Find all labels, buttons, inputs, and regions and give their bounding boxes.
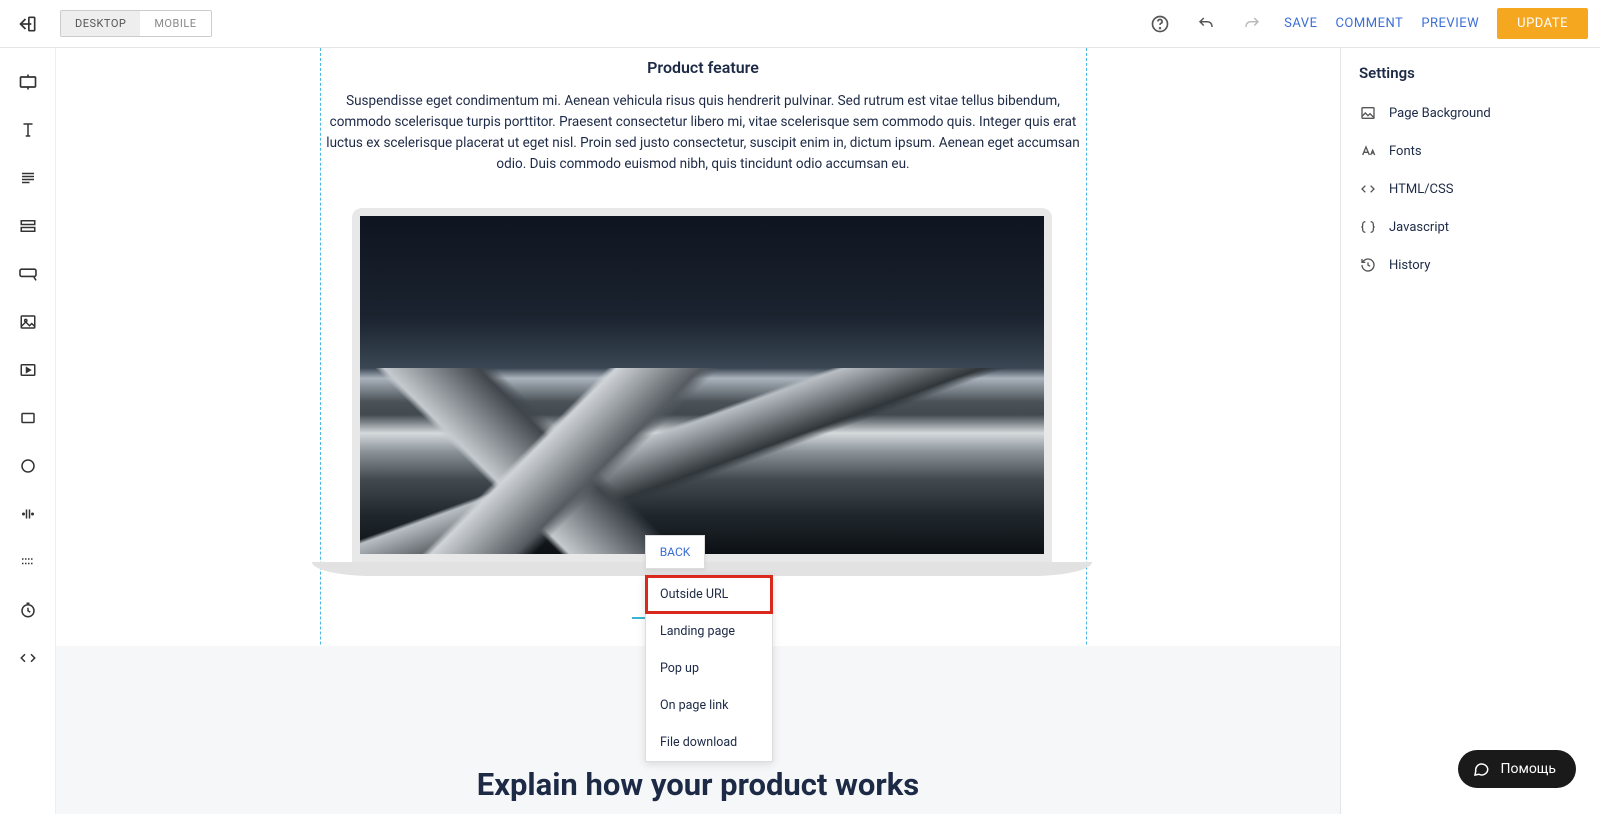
history-icon (1359, 256, 1377, 274)
device-toggle: DESKTOP MOBILE (60, 10, 212, 37)
mountain-image (360, 216, 1044, 554)
link-popup-menu: Outside URL Landing page Pop up On page … (645, 575, 773, 762)
video-icon (19, 361, 37, 379)
settings-item-label: History (1389, 258, 1430, 273)
help-widget[interactable]: Помощь (1458, 750, 1576, 788)
popup-item-file-download[interactable]: File download (646, 724, 772, 761)
help-widget-label: Помощь (1500, 761, 1556, 777)
settings-item-label: Javascript (1389, 220, 1449, 235)
header-bar: DESKTOP MOBILE SAVE COMMENT PREVIEW UPDA… (0, 0, 1600, 48)
undo-icon (1197, 15, 1215, 33)
divider-icon (19, 553, 37, 571)
settings-history[interactable]: History (1341, 246, 1600, 284)
timer-icon (19, 601, 37, 619)
settings-item-label: Fonts (1389, 144, 1422, 159)
text-icon (19, 121, 37, 139)
laptop-mockup[interactable] (352, 208, 1052, 576)
update-button[interactable]: UPDATE (1497, 8, 1588, 39)
section-2-title[interactable]: Explain how your product works (56, 766, 1340, 803)
undo-button[interactable] (1192, 10, 1220, 38)
device-desktop[interactable]: DESKTOP (61, 11, 140, 36)
rail-paragraph[interactable] (18, 168, 38, 188)
code-icon (19, 649, 37, 667)
settings-panel: Settings Page Background Fonts HTML/CSS … (1340, 48, 1600, 814)
save-link[interactable]: SAVE (1284, 16, 1317, 31)
header-right: SAVE COMMENT PREVIEW UPDATE (1146, 8, 1588, 39)
rail-image[interactable] (18, 312, 38, 332)
settings-page-background[interactable]: Page Background (1341, 94, 1600, 132)
fonts-icon (1359, 142, 1377, 160)
settings-item-label: HTML/CSS (1389, 182, 1453, 197)
rail-video[interactable] (18, 360, 38, 380)
rail-divider[interactable] (18, 552, 38, 572)
comment-link[interactable]: COMMENT (1335, 16, 1403, 31)
popup-item-on-page-link[interactable]: On page link (646, 687, 772, 724)
feature-text[interactable]: Suspendisse eget condimentum mi. Aenean … (320, 91, 1086, 175)
settings-title: Settings (1341, 48, 1600, 94)
rail-text[interactable] (18, 120, 38, 140)
rail-form[interactable] (18, 216, 38, 236)
javascript-icon (1359, 218, 1377, 236)
htmlcss-icon (1359, 180, 1377, 198)
chat-icon (1472, 760, 1490, 778)
settings-item-label: Page Background (1389, 106, 1491, 121)
image-icon (19, 313, 37, 331)
rail-button[interactable] (18, 264, 38, 284)
circle-icon (19, 457, 37, 475)
rail-slider[interactable] (18, 504, 38, 524)
preview-link[interactable]: PREVIEW (1421, 16, 1479, 31)
help-button[interactable] (1146, 10, 1174, 38)
element-rail (0, 48, 56, 814)
settings-fonts[interactable]: Fonts (1341, 132, 1600, 170)
paragraph-icon (19, 169, 37, 187)
rail-section[interactable] (18, 72, 38, 92)
settings-javascript[interactable]: Javascript (1341, 208, 1600, 246)
header-left: DESKTOP MOBILE (12, 8, 212, 40)
popup-item-outside-url[interactable]: Outside URL (646, 576, 772, 613)
feature-title[interactable]: Product feature (320, 58, 1086, 77)
rail-code[interactable] (18, 648, 38, 668)
exit-icon (18, 14, 38, 34)
popup-back[interactable]: BACK (645, 535, 705, 569)
section-icon (18, 72, 38, 92)
help-circle-icon (1150, 14, 1170, 34)
button-icon (18, 266, 38, 282)
laptop-screen (352, 208, 1052, 562)
redo-icon (1243, 15, 1261, 33)
form-icon (19, 217, 37, 235)
feature-block: Product feature Suspendisse eget condime… (320, 48, 1086, 175)
popup-item-popup[interactable]: Pop up (646, 650, 772, 687)
settings-htmlcss[interactable]: HTML/CSS (1341, 170, 1600, 208)
rail-timer[interactable] (18, 600, 38, 620)
background-icon (1359, 104, 1377, 122)
rail-box[interactable] (18, 408, 38, 428)
exit-editor-button[interactable] (12, 8, 44, 40)
canvas[interactable]: Product feature Suspendisse eget condime… (56, 48, 1340, 814)
redo-button[interactable] (1238, 10, 1266, 38)
slider-icon (19, 505, 37, 523)
device-mobile[interactable]: MOBILE (140, 11, 210, 36)
popup-item-landing-page[interactable]: Landing page (646, 613, 772, 650)
rail-shape[interactable] (18, 456, 38, 476)
box-icon (19, 409, 37, 427)
body: Product feature Suspendisse eget condime… (0, 48, 1600, 814)
